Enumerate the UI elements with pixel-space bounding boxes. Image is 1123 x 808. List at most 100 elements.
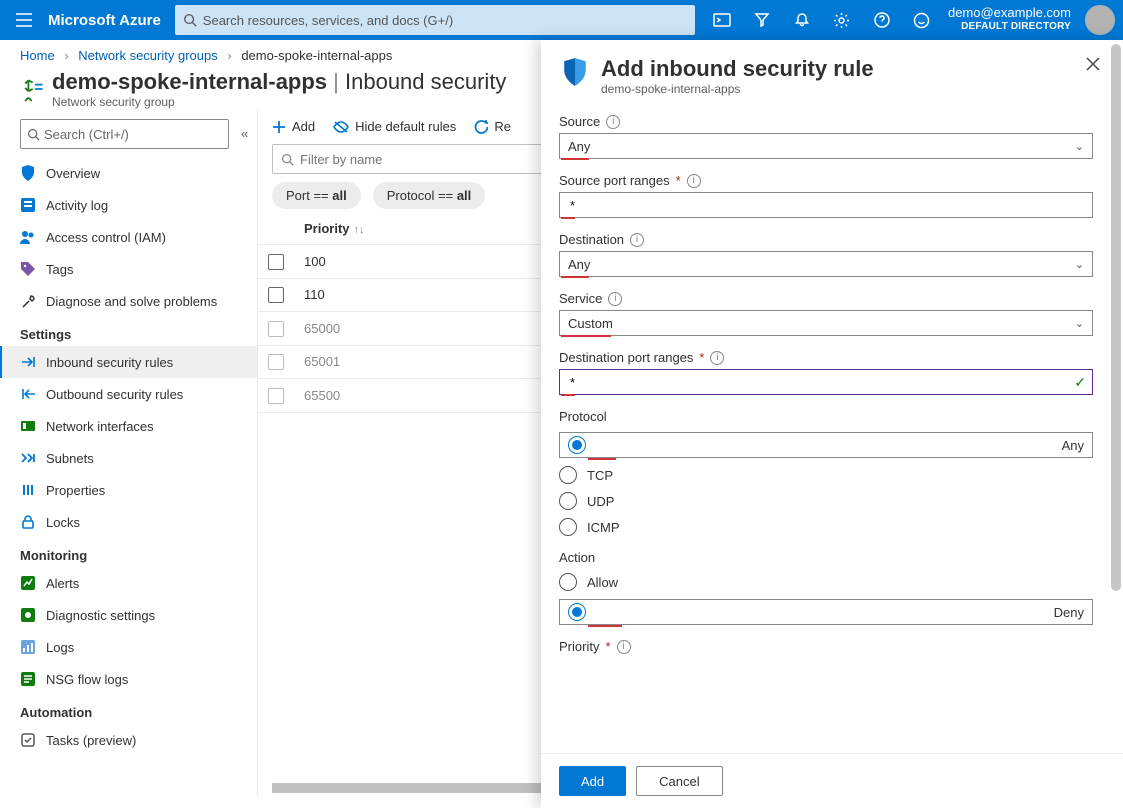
sidebar-item-locks[interactable]: Locks — [0, 506, 257, 538]
user-account[interactable]: demo@example.com DEFAULT DIRECTORY — [942, 6, 1077, 34]
breadcrumb-nsg[interactable]: Network security groups — [78, 48, 217, 63]
nic-icon — [20, 418, 36, 434]
sidebar-item-inbound-rules[interactable]: Inbound security rules — [0, 346, 257, 378]
service-select[interactable]: Custom⌄ — [559, 310, 1093, 336]
sidebar-search[interactable] — [20, 119, 229, 149]
row-checkbox[interactable] — [268, 388, 284, 404]
sidebar-item-overview[interactable]: Overview — [0, 157, 257, 189]
user-email: demo@example.com — [948, 6, 1071, 20]
destination-label: Destination — [559, 232, 624, 247]
radio-protocol-any[interactable]: Any — [559, 432, 1093, 458]
sidebar: « Overview Activity log Access control (… — [0, 109, 258, 797]
wrench-icon — [20, 293, 36, 309]
sidebar-item-tasks[interactable]: Tasks (preview) — [0, 724, 257, 756]
global-search-input[interactable] — [197, 12, 687, 29]
tag-icon — [20, 261, 36, 277]
sidebar-item-activity-log[interactable]: Activity log — [0, 189, 257, 221]
user-directory: DEFAULT DIRECTORY — [961, 20, 1071, 34]
shield-icon — [559, 56, 591, 88]
notifications-icon[interactable] — [782, 0, 822, 40]
props-icon — [20, 482, 36, 498]
info-icon[interactable]: i — [606, 115, 620, 129]
info-icon[interactable]: i — [617, 640, 631, 654]
sidebar-item-logs[interactable]: Logs — [0, 631, 257, 663]
alert-icon — [20, 575, 36, 591]
breadcrumb-resource[interactable]: demo-spoke-internal-apps — [241, 48, 392, 63]
sidebar-item-flow-logs[interactable]: NSG flow logs — [0, 663, 257, 695]
lock-icon — [20, 514, 36, 530]
panel-scrollbar[interactable] — [1111, 40, 1121, 808]
destination-select[interactable]: Any⌄ — [559, 251, 1093, 277]
add-button[interactable]: Add — [272, 119, 315, 134]
cancel-button[interactable]: Cancel — [636, 766, 722, 796]
panel-footer: Add Cancel — [541, 753, 1123, 808]
logs-icon — [20, 639, 36, 655]
sidebar-search-input[interactable] — [40, 126, 222, 143]
feedback-icon[interactable] — [902, 0, 942, 40]
sidebar-item-iam[interactable]: Access control (IAM) — [0, 221, 257, 253]
radio-protocol-icmp[interactable]: ICMP — [559, 518, 1093, 536]
sidebar-item-diag-settings[interactable]: Diagnostic settings — [0, 599, 257, 631]
row-checkbox[interactable] — [268, 254, 284, 270]
log-icon — [20, 197, 36, 213]
sidebar-group-settings: Settings — [0, 317, 257, 346]
sidebar-item-diagnose[interactable]: Diagnose and solve problems — [0, 285, 257, 317]
info-icon[interactable]: i — [608, 292, 622, 306]
settings-icon[interactable] — [822, 0, 862, 40]
tasks-icon — [20, 732, 36, 748]
radio-protocol-tcp[interactable]: TCP — [559, 466, 1093, 484]
action-label: Action — [559, 550, 595, 565]
source-select[interactable]: Any⌄ — [559, 133, 1093, 159]
header-icons — [702, 0, 942, 40]
radio-action-allow[interactable]: Allow — [559, 573, 1093, 591]
source-port-input[interactable] — [559, 192, 1093, 218]
dest-port-input[interactable]: ✓ — [559, 369, 1093, 395]
row-checkbox[interactable] — [268, 321, 284, 337]
info-icon[interactable]: i — [710, 351, 724, 365]
info-icon[interactable]: i — [687, 174, 701, 188]
sidebar-item-tags[interactable]: Tags — [0, 253, 257, 285]
dest-port-label: Destination port ranges — [559, 350, 693, 365]
global-search[interactable] — [175, 5, 695, 35]
sidebar-item-alerts[interactable]: Alerts — [0, 567, 257, 599]
help-icon[interactable] — [862, 0, 902, 40]
hide-default-button[interactable]: Hide default rules — [333, 119, 456, 134]
filter-pill-protocol[interactable]: Protocol == all — [373, 182, 486, 209]
hamburger-icon[interactable] — [0, 13, 48, 27]
add-rule-panel: Add inbound security rule demo-spoke-int… — [541, 40, 1123, 808]
filter-pill-port[interactable]: Port == all — [272, 182, 361, 209]
info-icon[interactable]: i — [630, 233, 644, 247]
radio-action-deny[interactable]: Deny — [559, 599, 1093, 625]
refresh-button[interactable]: Re — [474, 119, 511, 134]
top-header: Microsoft Azure demo@example.com DEFAULT… — [0, 0, 1123, 40]
sidebar-group-monitoring: Monitoring — [0, 538, 257, 567]
directory-filter-icon[interactable] — [742, 0, 782, 40]
out-rule-icon — [20, 386, 36, 402]
page-title: demo-spoke-internal-apps | Inbound secur… — [52, 69, 506, 95]
brand-label[interactable]: Microsoft Azure — [48, 12, 175, 29]
sidebar-item-nics[interactable]: Network interfaces — [0, 410, 257, 442]
sidebar-item-outbound-rules[interactable]: Outbound security rules — [0, 378, 257, 410]
row-checkbox[interactable] — [268, 354, 284, 370]
checkmark-icon: ✓ — [1074, 374, 1086, 391]
avatar[interactable] — [1085, 5, 1115, 35]
in-rule-icon — [20, 354, 36, 370]
radio-protocol-udp[interactable]: UDP — [559, 492, 1093, 510]
subnet-icon — [20, 450, 36, 466]
page-subtitle: Network security group — [52, 95, 506, 109]
diag-icon — [20, 607, 36, 623]
add-rule-button[interactable]: Add — [559, 766, 626, 796]
breadcrumb-home[interactable]: Home — [20, 48, 55, 63]
sidebar-collapse-icon[interactable]: « — [241, 126, 248, 141]
cloud-shell-icon[interactable] — [702, 0, 742, 40]
resource-icon — [20, 73, 52, 105]
close-icon[interactable] — [1085, 56, 1101, 77]
row-checkbox[interactable] — [268, 287, 284, 303]
service-label: Service — [559, 291, 602, 306]
sidebar-item-subnets[interactable]: Subnets — [0, 442, 257, 474]
flow-icon — [20, 671, 36, 687]
sidebar-item-properties[interactable]: Properties — [0, 474, 257, 506]
source-port-label: Source port ranges — [559, 173, 670, 188]
sidebar-group-automation: Automation — [0, 695, 257, 724]
people-icon — [20, 229, 36, 245]
